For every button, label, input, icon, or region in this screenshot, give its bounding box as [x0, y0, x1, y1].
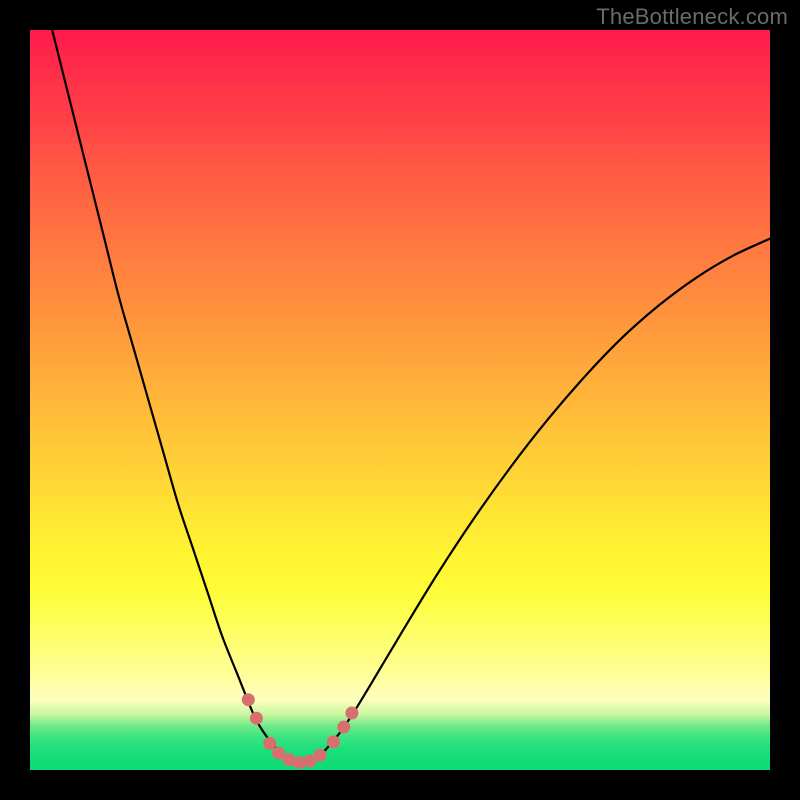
curve-marker [242, 693, 255, 706]
chart-frame: TheBottleneck.com [0, 0, 800, 800]
curve-marker [345, 707, 358, 720]
curve-marker [263, 737, 276, 750]
curve-marker [314, 749, 327, 762]
attribution-text: TheBottleneck.com [596, 4, 788, 30]
curve-marker [250, 712, 263, 725]
bottleneck-curve [30, 30, 770, 763]
curve-marker [327, 735, 340, 748]
curve-marker [337, 721, 350, 734]
plot-area [30, 30, 770, 770]
chart-svg [30, 30, 770, 770]
curve-markers [242, 693, 359, 769]
